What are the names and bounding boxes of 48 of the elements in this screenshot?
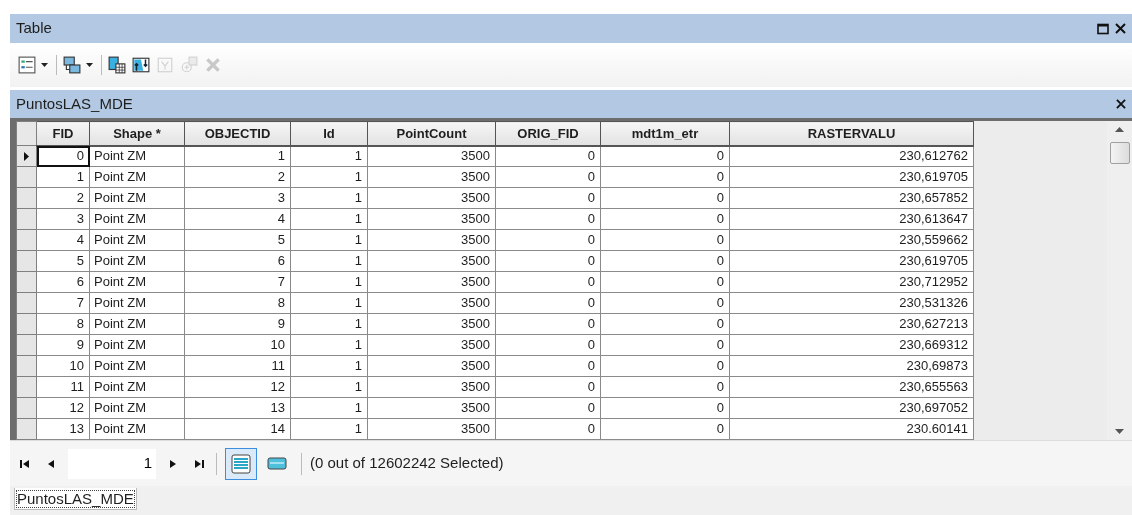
column-header[interactable]: Shape * (89, 121, 185, 146)
table-cell: 230,655563 (729, 376, 974, 398)
table-cell: 230,613647 (729, 208, 974, 230)
row-selector[interactable] (16, 145, 37, 167)
record-field[interactable]: 1 (68, 448, 156, 479)
table-cell: 230,657852 (729, 187, 974, 209)
table-cell: 230,69873 (729, 355, 974, 377)
scroll-down-icon[interactable] (1115, 429, 1124, 434)
table-options-icon[interactable] (18, 56, 36, 74)
record-number: 1 (143, 453, 152, 474)
layer-title: PuntosLAS_MDE (16, 93, 133, 114)
column-header[interactable]: mdt1m_etr (600, 121, 730, 146)
next-record-icon[interactable] (170, 458, 176, 469)
table-cell: 230,627213 (729, 313, 974, 335)
column-header[interactable]: OBJECTID (184, 121, 291, 146)
table-view-icon (231, 453, 251, 474)
close-icon[interactable] (1116, 99, 1126, 109)
table-cell: 230,559662 (729, 229, 974, 251)
column-header[interactable]: Id (290, 121, 368, 146)
table-cell: 230,619705 (729, 166, 974, 188)
view-toggle-button[interactable] (225, 447, 257, 480)
table-cell: 230,619705 (729, 250, 974, 272)
table-cell: 230,612762 (729, 145, 974, 167)
first-record-icon[interactable] (20, 458, 30, 469)
column-header[interactable]: FID (36, 121, 90, 146)
column-header[interactable]: ORIG_FID (495, 121, 601, 146)
previous-record-icon[interactable] (48, 458, 54, 469)
select-by-attributes-icon[interactable] (108, 56, 126, 74)
scrollbar-thumb[interactable] (1109, 142, 1130, 164)
switch-selection-icon[interactable] (132, 56, 150, 74)
maximize-icon[interactable] (1097, 22, 1109, 35)
dropdown-caret-icon[interactable] (86, 63, 93, 67)
table-cell: 230,712952 (729, 271, 974, 293)
scroll-up-icon[interactable] (1115, 127, 1124, 132)
selection-status: (0 out of 12602242 Selected) (310, 453, 504, 474)
table-cell: 230,697052 (729, 397, 974, 419)
dropdown-caret-icon[interactable] (41, 63, 48, 67)
window-title: Table (16, 18, 52, 39)
table-cell: 230,669312 (729, 334, 974, 356)
related-tables-icon[interactable] (63, 56, 81, 74)
table-cell: 230.60141 (729, 418, 974, 440)
column-header[interactable]: RASTERVALU (729, 121, 974, 146)
current-row-icon (24, 152, 29, 162)
layer-tab[interactable]: PuntosLAS_MDE (14, 488, 137, 510)
column-header[interactable]: PointCount (367, 121, 496, 146)
table-cell: 230,531326 (729, 292, 974, 314)
last-record-icon[interactable] (194, 458, 204, 469)
close-icon[interactable] (1115, 23, 1126, 34)
